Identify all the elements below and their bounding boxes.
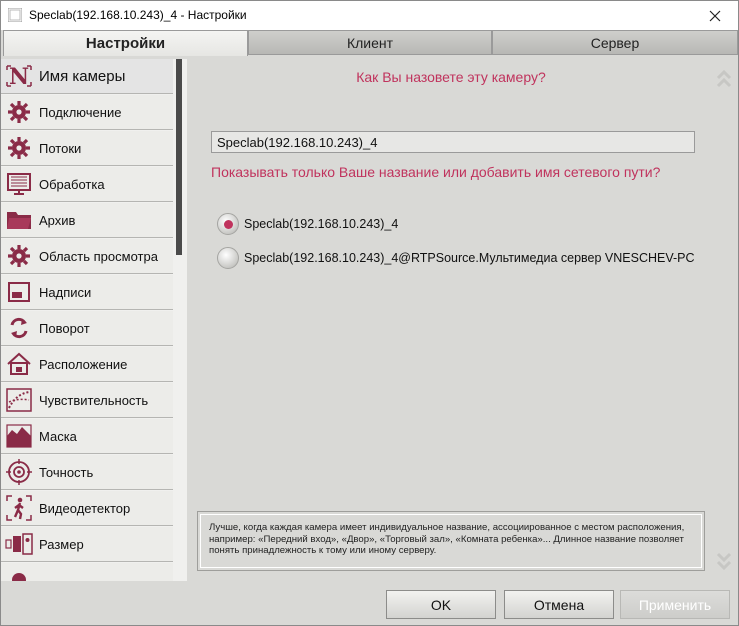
button-bar: OK Отмена Применить [1, 581, 738, 625]
window-title: Speclab(192.168.10.243)_4 - Настройки [29, 8, 247, 22]
sidebar-item-connection[interactable]: Подключение [1, 95, 173, 130]
sidebar-item-label: Размер [39, 536, 84, 552]
sidebar-item-rotation[interactable]: Поворот [1, 311, 173, 346]
window-icon [4, 278, 34, 306]
svg-text:N: N [9, 64, 29, 90]
sidebar-item-sensitivity[interactable]: Чувствительность [1, 383, 173, 418]
ok-button[interactable]: OK [386, 590, 496, 619]
sidebar-item-label: Подключение [39, 104, 122, 120]
title-bar: Speclab(192.168.10.243)_4 - Настройки [1, 1, 738, 30]
house-icon [4, 350, 34, 378]
app-icon [8, 8, 22, 22]
sidebar-item-video-detector[interactable]: Видеодетектор [1, 491, 173, 526]
sidebar: N Имя камеры Подключение Потоки Обработк… [1, 59, 187, 581]
sidebar-item-mask[interactable]: Маска [1, 419, 173, 454]
settings-window: Speclab(192.168.10.243)_4 - Настройки На… [0, 0, 739, 626]
tab-bar: Настройки Клиент Сервер [1, 30, 738, 56]
sidebar-item-label: Расположение [39, 356, 128, 372]
sidebar-item-partial[interactable] [1, 563, 173, 581]
sidebar-item-label: Область просмотра [39, 248, 158, 264]
sidebar-item-label: Обработка [39, 176, 105, 192]
gear-icon [4, 98, 34, 126]
radio-name-only[interactable]: Speclab(192.168.10.243)_4 [217, 213, 398, 235]
sidebar-item-label: Видеодетектор [39, 500, 131, 516]
radio-name-with-path[interactable]: Speclab(192.168.10.243)_4@RTPSource.Муль… [217, 247, 695, 269]
cancel-button[interactable]: Отмена [504, 590, 614, 619]
radio-label: Speclab(192.168.10.243)_4@RTPSource.Муль… [244, 251, 695, 265]
sidebar-item-camera-name[interactable]: N Имя камеры [1, 59, 173, 94]
double-chevron-up-icon [716, 69, 732, 88]
sidebar-item-label: Точность [39, 464, 94, 480]
sidebar-item-label: Надписи [39, 284, 92, 300]
hint-box: Лучше, когда каждая камера имеет индивид… [197, 511, 705, 571]
monitor-icon [4, 170, 34, 198]
tab-settings[interactable]: Настройки [3, 30, 248, 56]
camera-name-icon: N [4, 62, 34, 90]
radio-label: Speclab(192.168.10.243)_4 [244, 217, 399, 231]
double-chevron-down-icon [716, 552, 732, 571]
sidebar-item-streams[interactable]: Потоки [1, 131, 173, 166]
close-button[interactable] [692, 1, 738, 30]
tab-server[interactable]: Сервер [492, 30, 738, 55]
radio-button[interactable] [217, 247, 239, 269]
scroll-up-button[interactable] [714, 67, 734, 91]
scroll-down-button[interactable] [714, 549, 734, 573]
rotate-icon [4, 314, 34, 342]
sidebar-item-view-area[interactable]: Область просмотра [1, 239, 173, 274]
sidebar-item-size[interactable]: Размер [1, 527, 173, 562]
sidebar-item-label: Потоки [39, 140, 82, 156]
folder-icon [4, 206, 34, 234]
mask-icon [4, 422, 34, 450]
size-icon [4, 530, 34, 558]
sidebar-item-processing[interactable]: Обработка [1, 167, 173, 202]
camera-name-question: Как Вы назовете эту камеру? [356, 69, 546, 85]
sidebar-item-label: Имя камеры [39, 67, 126, 85]
sidebar-item-label: Архив [39, 212, 76, 228]
hint-text: Лучше, когда каждая камера имеет индивид… [200, 514, 702, 568]
sidebar-item-location[interactable]: Расположение [1, 347, 173, 382]
path-question: Показывать только Ваше название или доба… [211, 164, 661, 180]
gear-icon [4, 242, 34, 270]
walker-icon [4, 494, 34, 522]
sidebar-item-label: Чувствительность [39, 392, 149, 408]
sidebar-scrollbar[interactable] [176, 59, 182, 255]
sidebar-item-label: Поворот [39, 320, 90, 336]
radio-button-selected[interactable] [217, 213, 239, 235]
tab-client[interactable]: Клиент [248, 30, 492, 55]
gear-icon [4, 564, 34, 581]
close-icon [709, 10, 721, 21]
camera-name-panel: Как Вы назовете эту камеру? Показывать т… [191, 59, 738, 581]
camera-name-input[interactable] [211, 131, 695, 153]
sensitivity-icon [4, 386, 34, 414]
sidebar-item-label: Маска [39, 428, 77, 444]
sidebar-item-archive[interactable]: Архив [1, 203, 173, 238]
gear-icon [4, 134, 34, 162]
target-icon [4, 458, 34, 486]
sidebar-item-precision[interactable]: Точность [1, 455, 173, 490]
sidebar-item-captions[interactable]: Надписи [1, 275, 173, 310]
apply-button[interactable]: Применить [620, 590, 730, 619]
